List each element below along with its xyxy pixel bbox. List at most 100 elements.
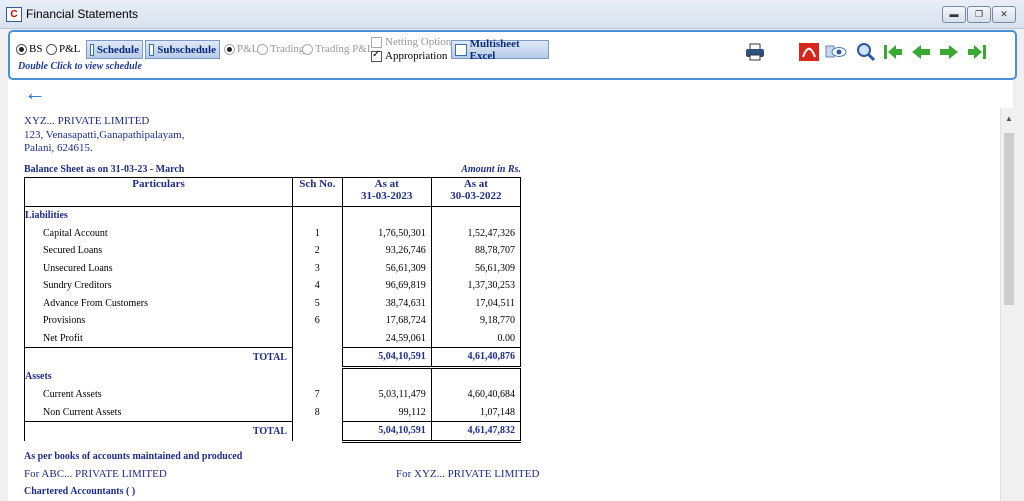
sch-cell: 4 xyxy=(291,277,343,295)
total-label: TOTAL xyxy=(24,347,293,367)
cy-cell xyxy=(341,367,432,386)
netting-option-label: Netting Option xyxy=(385,36,452,48)
trading-radio[interactable]: Trading xyxy=(257,43,304,55)
py-cell: 88,78,707 xyxy=(430,242,522,260)
pdf-icon[interactable] xyxy=(798,42,820,62)
trading-pl-radio[interactable]: Trading P&L xyxy=(302,43,374,55)
py-cell: 1,07,148 xyxy=(430,403,522,422)
particular-cell: Sundry Creditors xyxy=(24,277,293,295)
search-icon[interactable] xyxy=(855,42,877,62)
sch-cell xyxy=(291,347,343,367)
py-cell: 4,60,40,684 xyxy=(430,386,522,404)
py-total: 4,61,40,876 xyxy=(430,347,522,369)
scroll-up-icon[interactable]: ▲ xyxy=(1005,114,1013,123)
sch-cell xyxy=(291,367,343,386)
table-row[interactable]: Provisions 6 17,68,724 9,18,770 xyxy=(24,312,522,330)
app-logo-icon: C xyxy=(6,7,22,22)
table-row[interactable]: Assets xyxy=(24,367,522,386)
particular-cell: Unsecured Loans xyxy=(24,259,293,277)
table-row[interactable]: Sundry Creditors 4 96,69,819 1,37,30,253 xyxy=(24,277,522,295)
table-row[interactable]: Net Profit 24,59,061 0.00 xyxy=(24,329,522,348)
subschedule-icon xyxy=(149,43,155,56)
balance-sheet-title: Balance Sheet as on 31-03-23 - March xyxy=(24,164,185,175)
sch-cell xyxy=(291,206,343,225)
scroll-thumb[interactable] xyxy=(1004,133,1014,305)
title-bar: C Financial Statements ▬ ❐ ✕ xyxy=(0,0,1024,29)
table-row[interactable]: Liabilities xyxy=(24,206,522,225)
py-cell: 1,37,30,253 xyxy=(430,277,522,295)
address-line-1: 123, Venasapatti,Ganapathipalayam, xyxy=(24,129,185,141)
sch-cell: 3 xyxy=(291,259,343,277)
current-year-header: As at 31-03-2023 xyxy=(341,177,432,207)
sch-cell: 5 xyxy=(291,294,343,312)
total-row[interactable]: TOTAL 5,04,10,591 4,61,47,832 xyxy=(24,421,522,443)
vertical-scrollbar[interactable]: ▲ xyxy=(1000,108,1018,501)
table-row[interactable]: Non Current Assets 8 99,112 1,07,148 xyxy=(24,403,522,422)
table-row[interactable]: Unsecured Loans 3 56,61,309 56,61,309 xyxy=(24,259,522,277)
appropriation-label: Appropriation xyxy=(385,50,448,62)
schedule-icon xyxy=(90,43,94,56)
py-cell: 56,61,309 xyxy=(430,259,522,277)
amount-note: Amount in Rs. xyxy=(461,164,521,175)
radio-icon xyxy=(302,43,313,55)
subschedule-button[interactable]: Subschedule xyxy=(145,40,220,59)
preview-icon[interactable] xyxy=(825,42,847,62)
bs-radio[interactable]: BS xyxy=(16,43,42,55)
particular-cell: Advance From Customers xyxy=(24,294,293,312)
sch-cell: 6 xyxy=(291,312,343,330)
previous-year-header-line1: As at xyxy=(463,178,488,190)
current-year-header-line1: As at xyxy=(374,178,399,190)
window-title: Financial Statements xyxy=(26,7,139,21)
print-icon[interactable] xyxy=(744,42,766,62)
maximize-button[interactable]: ❐ xyxy=(967,6,991,23)
next-page-icon[interactable] xyxy=(938,42,960,62)
particulars-header: Particulars xyxy=(24,177,293,207)
multisheet-excel-label: Multisheet Excel xyxy=(469,37,520,62)
py-cell: 17,04,511 xyxy=(430,294,522,312)
first-page-icon[interactable] xyxy=(882,42,904,62)
radio-icon xyxy=(46,43,57,55)
cy-cell: 24,59,061 xyxy=(341,329,432,348)
last-page-icon[interactable] xyxy=(966,42,988,62)
current-year-header-line2: 31-03-2023 xyxy=(361,190,413,202)
appropriation-checkbox[interactable]: Appropriation xyxy=(371,49,448,62)
radio-selected-icon xyxy=(224,43,235,55)
section-label: Assets xyxy=(24,367,293,386)
particular-cell: Net Profit xyxy=(24,329,293,348)
table-row[interactable]: Capital Account 1 1,76,50,301 1,52,47,326 xyxy=(24,224,522,242)
cy-total: 5,04,10,591 xyxy=(341,421,432,443)
checkbox-checked-icon xyxy=(371,49,382,62)
particular-cell: Provisions xyxy=(24,312,293,330)
cy-cell: 17,68,724 xyxy=(341,312,432,330)
multisheet-excel-button[interactable]: Multisheet Excel xyxy=(451,37,549,62)
sch-cell: 2 xyxy=(291,242,343,260)
previous-year-header: As at 30-03-2022 xyxy=(430,177,522,207)
bs-radio-label: BS xyxy=(29,43,43,55)
minimize-button[interactable]: ▬ xyxy=(942,6,966,23)
particular-cell: Current Assets xyxy=(24,386,293,404)
sch-cell: 7 xyxy=(291,386,343,404)
netting-option-checkbox[interactable]: Netting Option xyxy=(371,36,451,48)
cy-cell: 1,76,50,301 xyxy=(341,224,432,242)
back-arrow-icon[interactable]: ← xyxy=(24,82,46,104)
pl-radio-label: P&L xyxy=(59,43,81,55)
schedule-hint: Double Click to view schedule xyxy=(18,61,142,72)
py-cell: 9,18,770 xyxy=(430,312,522,330)
py-cell xyxy=(430,367,522,386)
chartered-accountants: Chartered Accountants ( ) xyxy=(24,486,136,497)
total-row[interactable]: TOTAL 5,04,10,591 4,61,40,876 xyxy=(24,347,522,369)
previous-page-icon[interactable] xyxy=(910,42,932,62)
py-cell xyxy=(430,206,522,225)
pl-option-radio[interactable]: P&L xyxy=(224,43,258,55)
balance-sheet-table: Particulars Sch No. As at 31-03-2023 As a… xyxy=(24,177,522,443)
table-row[interactable]: Current Assets 7 5,03,11,479 4,60,40,684 xyxy=(24,386,522,404)
table-row[interactable]: Advance From Customers 5 38,74,631 17,04,51… xyxy=(24,294,522,312)
pl-radio[interactable]: P&L xyxy=(46,43,80,55)
section-label: Liabilities xyxy=(24,206,293,225)
schedule-button[interactable]: Schedule xyxy=(86,40,143,59)
address-line-2: Palani, 624615. xyxy=(24,142,93,154)
table-row[interactable]: Secured Loans 2 93,26,746 88,78,707 xyxy=(24,242,522,260)
pl-option-label: P&L xyxy=(237,43,259,55)
particular-cell: Capital Account xyxy=(24,224,293,242)
close-button[interactable]: ✕ xyxy=(992,6,1016,23)
